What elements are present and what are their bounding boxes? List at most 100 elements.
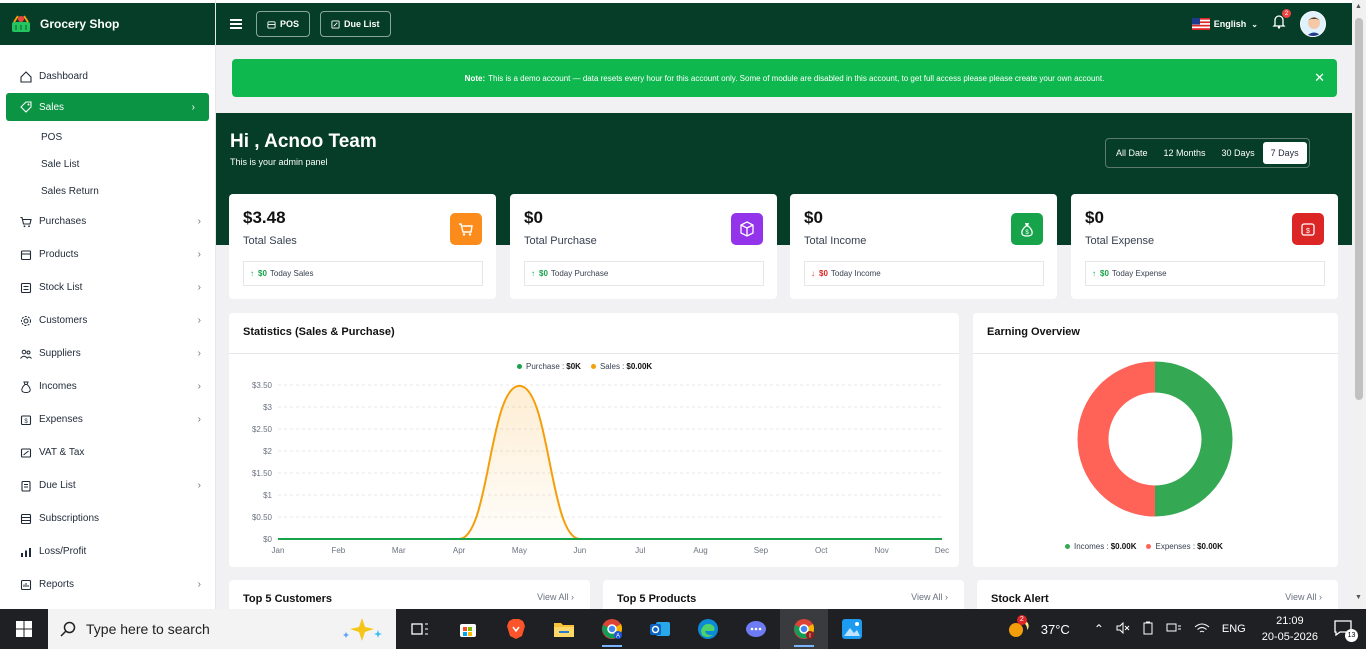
chevron-up-icon[interactable]: ⌃	[1094, 622, 1104, 636]
input-language[interactable]: ENG	[1222, 623, 1246, 635]
view-all-customers-link[interactable]: View All ›	[537, 592, 574, 602]
notification-center-icon[interactable]: 13	[1334, 619, 1358, 642]
chrome-profile-a-icon[interactable]: A	[588, 609, 636, 649]
sidebar-item-reports[interactable]: Reports ›	[0, 568, 215, 601]
chevron-right-icon: ›	[197, 315, 201, 326]
sidebar-subitem-sale-list[interactable]: Sale List	[0, 151, 215, 178]
money-bag-icon: $	[1011, 213, 1043, 245]
x-tick-label: Jan	[272, 546, 285, 555]
search-placeholder: Type here to search	[86, 621, 210, 637]
range-30-days[interactable]: 30 Days	[1214, 142, 1263, 164]
close-icon[interactable]: ✕	[1314, 70, 1325, 86]
pos-label: POS	[280, 19, 300, 29]
cart-icon	[20, 216, 32, 228]
x-tick-label: Apr	[453, 546, 466, 555]
range-7-days[interactable]: 7 Days	[1262, 142, 1307, 164]
copilot-sparkle-icon[interactable]	[338, 616, 386, 642]
sidebar-item-customers[interactable]: Customers ›	[0, 304, 215, 337]
outlook-icon[interactable]	[636, 609, 684, 649]
battery-icon[interactable]	[1142, 621, 1154, 638]
language-select[interactable]: English ⌄	[1191, 18, 1258, 30]
wifi-icon[interactable]	[1194, 622, 1210, 637]
volume-muted-icon[interactable]	[1116, 621, 1130, 637]
home-icon	[20, 70, 32, 83]
sidebar-subitem-sales-return[interactable]: Sales Return	[0, 178, 215, 205]
sidebar-item-suppliers[interactable]: Suppliers ›	[0, 337, 215, 370]
legend-sales-name: Sales	[599, 362, 620, 371]
network-icon[interactable]	[1166, 622, 1182, 637]
legend-expenses-value: $0.00K	[1197, 542, 1223, 551]
windows-start-icon[interactable]	[0, 609, 48, 649]
edge-browser-icon[interactable]	[684, 609, 732, 649]
view-all-products-link[interactable]: View All ›	[911, 592, 948, 602]
brand[interactable]: Grocery Shop	[0, 0, 215, 45]
sidebar-item-stock-list[interactable]: Stock List ›	[0, 271, 215, 304]
date-range-tabs: All Date 12 Months 30 Days 7 Days	[1105, 138, 1310, 168]
task-view-icon[interactable]	[396, 609, 444, 649]
statistics-title: Statistics (Sales & Purchase)	[243, 326, 395, 338]
today-amount: $0	[819, 269, 828, 278]
scroll-down-icon[interactable]: ▼	[1355, 594, 1362, 601]
sidebar-item-label: Subscriptions	[39, 513, 100, 524]
temperature[interactable]: 37°C	[1041, 622, 1070, 637]
sidebar-subitem-pos[interactable]: POS	[0, 124, 215, 151]
sidebar-item-vat-tax[interactable]: VAT & Tax	[0, 436, 215, 469]
scrollbar-thumb[interactable]	[1355, 18, 1363, 400]
range-all-date[interactable]: All Date	[1108, 142, 1156, 164]
report-icon	[20, 579, 32, 591]
brave-browser-icon[interactable]	[492, 609, 540, 649]
weather-icon[interactable]: 2	[1007, 614, 1029, 641]
sidebar-item-purchases[interactable]: Purchases ›	[0, 205, 215, 238]
stat-card-expense: $0 Total Expense $ ↑ $0 Today Expense	[1071, 194, 1338, 299]
sidebar-item-label: Suppliers	[39, 348, 81, 359]
topbar: POS Due List English ⌄ 2	[216, 0, 1352, 45]
chrome-profile-i-icon[interactable]: I	[780, 609, 828, 649]
file-explorer-icon[interactable]	[540, 609, 588, 649]
pos-button[interactable]: POS	[256, 11, 311, 37]
photos-app-icon[interactable]	[828, 609, 876, 649]
stat-label: Total Income	[804, 235, 867, 247]
chat-app-icon[interactable]	[732, 609, 780, 649]
sidebar-item-products[interactable]: Products ›	[0, 238, 215, 271]
view-all-stock-link[interactable]: View All ›	[1285, 592, 1322, 602]
sidebar-item-loss-profit[interactable]: Loss/Profit	[0, 535, 215, 568]
taskbar-search-box[interactable]: Type here to search	[48, 609, 396, 649]
stat-today: ↓ $0 Today Income	[804, 261, 1044, 286]
scroll-up-icon[interactable]: ▲	[1355, 3, 1362, 10]
today-amount: $0	[1100, 269, 1109, 278]
stat-card-sales: $3.48 Total Sales ↑ $0 Today Sales	[229, 194, 496, 299]
chevron-down-icon: ⌄	[1251, 19, 1258, 29]
svg-text:A: A	[616, 634, 620, 640]
register-icon	[267, 20, 276, 29]
user-avatar[interactable]	[1300, 11, 1326, 37]
stat-value: $0	[524, 208, 543, 227]
sidebar-nav: Dashboard Sales › POS Sale List Sales Return P…	[0, 45, 215, 601]
range-12-months[interactable]: 12 Months	[1156, 142, 1214, 164]
top-products-title: Top 5 Products	[617, 593, 697, 605]
main-content: Note: This is a demo account — data rese…	[216, 45, 1352, 609]
page-scrollbar[interactable]: ▲ ▼	[1352, 0, 1366, 609]
menu-toggle-icon[interactable]	[230, 17, 242, 31]
tag-icon	[20, 101, 32, 113]
sidebar-item-label: Dashboard	[39, 71, 88, 82]
due-list-button[interactable]: Due List	[320, 11, 391, 37]
sidebar-item-expenses[interactable]: $ Expenses ›	[0, 403, 215, 436]
y-tick-label: $0.50	[252, 513, 273, 522]
sidebar-item-dashboard[interactable]: Dashboard	[0, 60, 215, 93]
clock[interactable]: 21:09 20-05-2026	[1262, 613, 1318, 645]
sidebar-item-subscriptions[interactable]: Subscriptions	[0, 502, 215, 535]
supplier-icon	[20, 348, 32, 360]
sidebar-item-incomes[interactable]: Incomes ›	[0, 370, 215, 403]
box-icon	[20, 249, 32, 261]
demo-notice: Note: This is a demo account — data rese…	[232, 59, 1337, 97]
stat-card-income: $0 Total Income $ ↓ $0 Today Income	[790, 194, 1057, 299]
microsoft-store-icon[interactable]	[444, 609, 492, 649]
view-all-label: View All	[911, 592, 943, 602]
y-tick-label: $1	[263, 491, 272, 500]
notification-button[interactable]: 2	[1272, 9, 1291, 34]
avatar-icon	[1301, 12, 1325, 36]
sidebar-item-due-list[interactable]: Due List ›	[0, 469, 215, 502]
stat-label: Total Purchase	[524, 235, 597, 247]
sidebar-item-sales[interactable]: Sales ›	[6, 93, 209, 121]
y-tick-label: $3.50	[252, 381, 273, 390]
